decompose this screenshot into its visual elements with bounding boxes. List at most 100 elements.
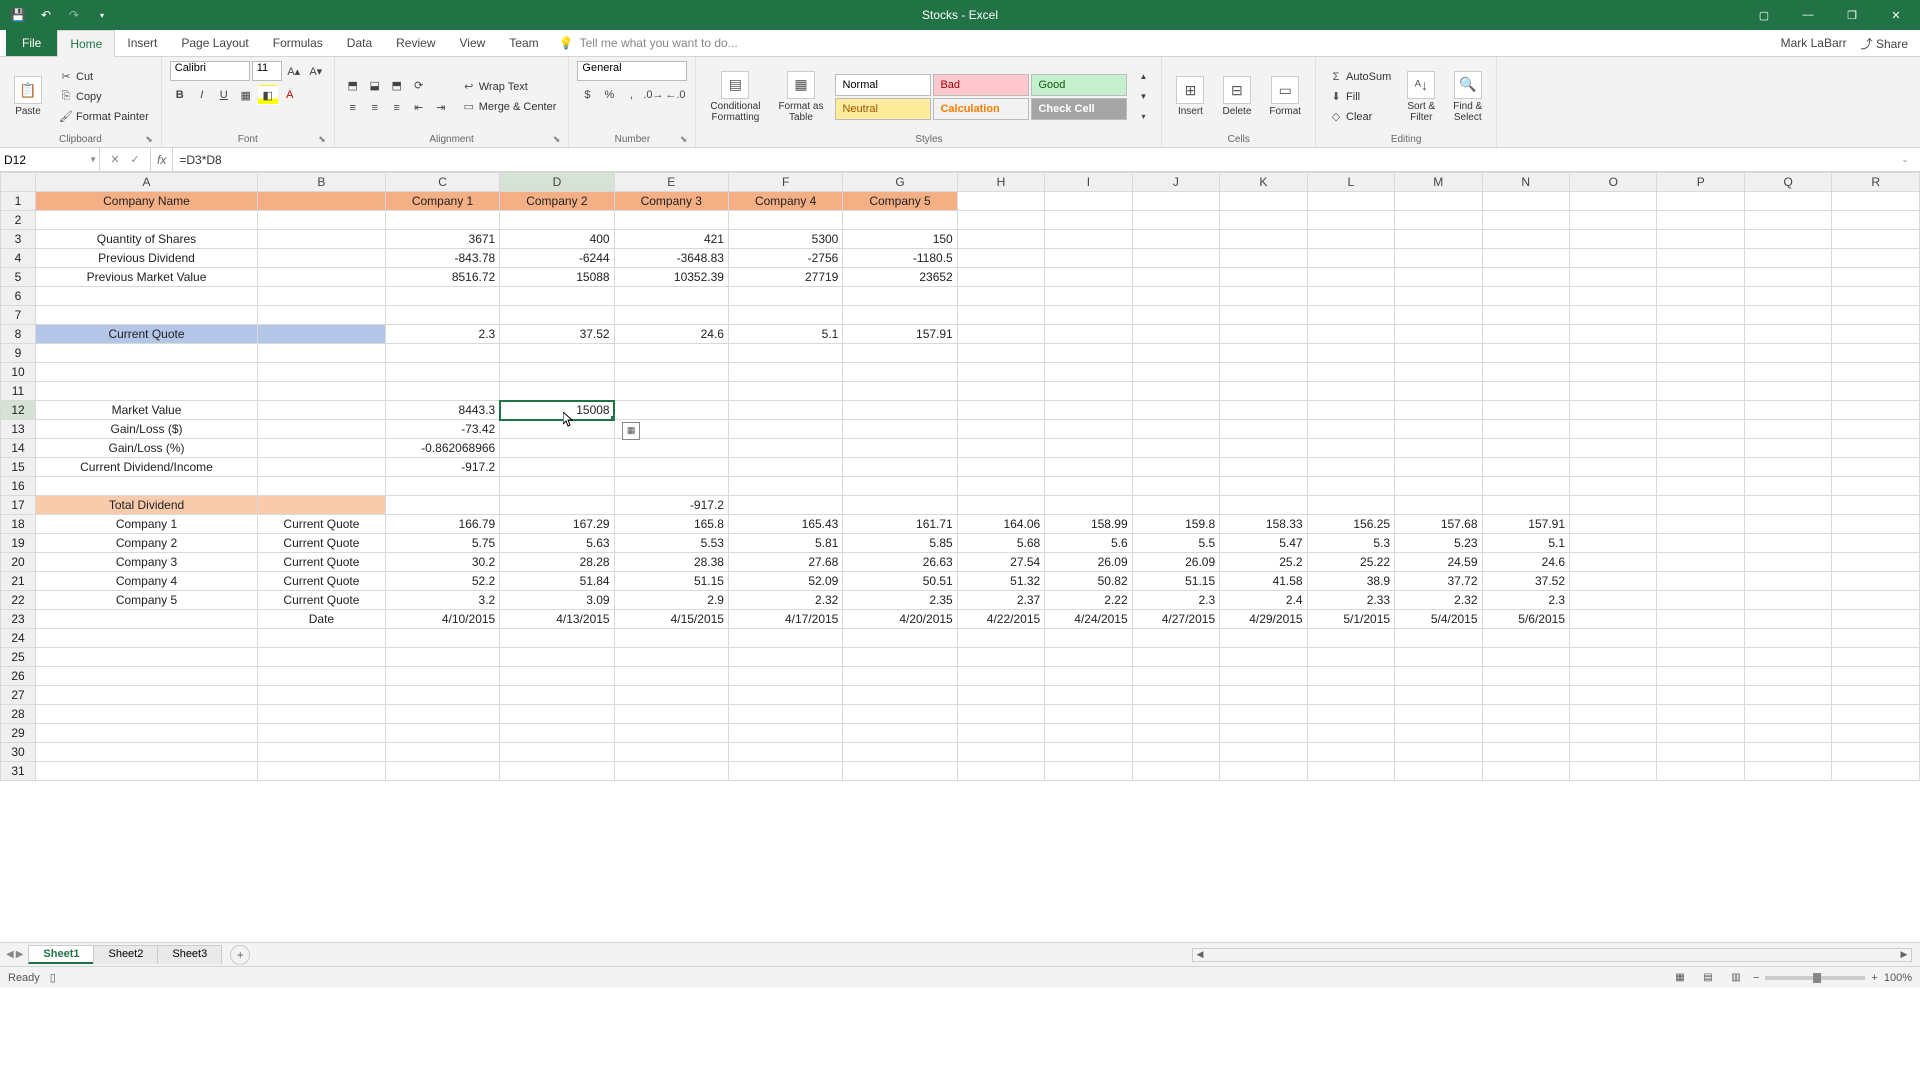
row-header[interactable]: 31 [1,762,36,781]
horizontal-scrollbar[interactable]: ◀ ▶ [1192,948,1912,962]
cell[interactable] [728,420,842,439]
row-header[interactable]: 28 [1,705,36,724]
cell[interactable] [1395,477,1482,496]
cell[interactable]: 52.2 [385,572,499,591]
cell[interactable] [1220,363,1307,382]
cell[interactable]: 400 [500,230,614,249]
cell[interactable] [1045,477,1132,496]
cell[interactable] [1220,230,1307,249]
cell[interactable]: 28.38 [614,553,728,572]
cell[interactable] [1045,762,1132,781]
cell[interactable] [1570,211,1657,230]
cell[interactable] [385,629,499,648]
cell[interactable] [35,724,257,743]
cell[interactable] [728,477,842,496]
cell[interactable] [614,477,728,496]
cell[interactable] [1220,306,1307,325]
cell[interactable] [1045,230,1132,249]
cell[interactable] [500,363,614,382]
style-check-cell[interactable]: Check Cell [1031,98,1127,120]
column-header[interactable]: N [1482,173,1569,192]
cell[interactable] [957,287,1044,306]
delete-cells-button[interactable]: ⊟Delete [1216,74,1257,119]
cell[interactable] [1482,325,1569,344]
cell[interactable] [35,610,257,629]
cell[interactable] [500,667,614,686]
undo-icon[interactable]: ↶ [36,5,56,25]
cell[interactable] [500,439,614,458]
cell[interactable]: 37.72 [1395,572,1482,591]
column-header[interactable]: D [500,173,614,192]
cell[interactable] [728,762,842,781]
cell[interactable] [1744,572,1831,591]
cell[interactable] [1744,287,1831,306]
cell[interactable] [1482,268,1569,287]
style-neutral[interactable]: Neutral [835,98,931,120]
row-header[interactable]: 26 [1,667,36,686]
cell[interactable]: 421 [614,230,728,249]
cell[interactable]: 23652 [843,268,957,287]
row-header[interactable]: 5 [1,268,36,287]
cell[interactable]: 165.43 [728,515,842,534]
decrease-indent-icon[interactable]: ⇤ [409,98,429,118]
cell[interactable]: 2.22 [1045,591,1132,610]
column-header[interactable]: A [35,173,257,192]
cell[interactable]: 24.6 [614,325,728,344]
cell[interactable] [1220,667,1307,686]
cell[interactable] [1132,648,1219,667]
cell[interactable]: Total Dividend [35,496,257,515]
cell[interactable] [1570,268,1657,287]
cell[interactable]: Gain/Loss ($) [35,420,257,439]
cell[interactable] [1482,686,1569,705]
cell[interactable] [1220,458,1307,477]
cell[interactable]: 156.25 [1307,515,1394,534]
cell[interactable]: Quantity of Shares [35,230,257,249]
cell[interactable] [843,686,957,705]
align-left-icon[interactable]: ≡ [343,98,363,118]
cell[interactable] [1307,496,1394,515]
cell[interactable] [1220,762,1307,781]
cell[interactable] [614,705,728,724]
cell[interactable] [1832,705,1920,724]
cell[interactable]: 4/15/2015 [614,610,728,629]
cell[interactable] [500,686,614,705]
cell[interactable] [1220,496,1307,515]
cell[interactable]: 5.1 [1482,534,1569,553]
cell[interactable] [1220,477,1307,496]
cell[interactable]: 2.3 [1132,591,1219,610]
sheet-nav-next-icon[interactable]: ▶ [16,949,24,960]
page-layout-view-icon[interactable]: ▤ [1697,969,1719,987]
style-good[interactable]: Good [1031,74,1127,96]
cell[interactable] [258,382,386,401]
cell[interactable] [1395,382,1482,401]
fill-handle[interactable] [611,416,615,420]
cell[interactable] [258,648,386,667]
cell[interactable] [843,382,957,401]
cell[interactable] [1570,249,1657,268]
cell[interactable] [1657,192,1744,211]
cell[interactable]: 5.53 [614,534,728,553]
cell[interactable]: 51.15 [1132,572,1219,591]
row-header[interactable]: 25 [1,648,36,667]
redo-icon[interactable]: ↷ [64,5,84,25]
cell[interactable]: Company 5 [35,591,257,610]
cell[interactable] [1657,553,1744,572]
cell[interactable] [843,439,957,458]
cell[interactable] [1132,420,1219,439]
cell[interactable] [1220,648,1307,667]
cell[interactable] [1307,344,1394,363]
cell[interactable]: 26.09 [1045,553,1132,572]
cell[interactable] [614,458,728,477]
row-header[interactable]: 13 [1,420,36,439]
cell[interactable] [1307,743,1394,762]
cell[interactable] [957,192,1044,211]
cell[interactable] [1570,363,1657,382]
cell[interactable] [1132,249,1219,268]
row-header[interactable]: 14 [1,439,36,458]
row-header[interactable]: 15 [1,458,36,477]
cell[interactable] [1744,496,1831,515]
cell[interactable]: 157.68 [1395,515,1482,534]
cell[interactable] [1045,325,1132,344]
cell[interactable] [1045,458,1132,477]
cell[interactable] [258,458,386,477]
